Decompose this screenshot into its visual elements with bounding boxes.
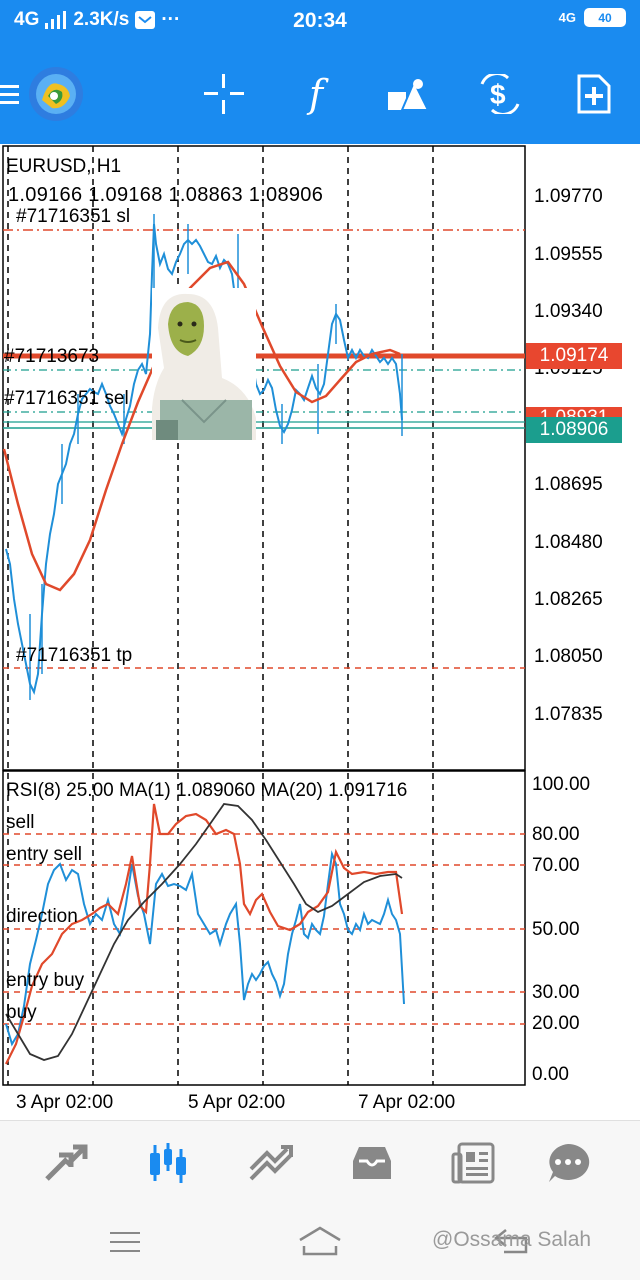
order-label-sl-mid: #71716351 sel	[4, 388, 129, 409]
status-bar: 4G 2.3K/s ··· 20:34 4G 40	[0, 0, 640, 44]
main-chart-frame	[2, 145, 526, 771]
trade-nav-icon[interactable]	[240, 1135, 300, 1191]
toolbar: f $	[0, 44, 640, 144]
rsi-tick-0: 0.00	[532, 1064, 569, 1085]
price-tag-red: 1.09174	[526, 343, 622, 369]
rsi-tick-20: 20.00	[532, 1013, 580, 1034]
crosshair-icon[interactable]	[196, 66, 252, 122]
rsi-chart-frame	[2, 770, 526, 1086]
rsi-line	[5, 850, 405, 1047]
watermark-text: @Ossama Salah	[432, 1228, 592, 1251]
rsi-label-buy: buy	[6, 1002, 37, 1023]
rsi-label-direction: direction	[6, 906, 78, 927]
order-label-open: #71713673	[4, 346, 100, 367]
price-tick-9: 1.07835	[534, 704, 603, 725]
rsi-label-entry-sell: entry sell	[6, 844, 83, 865]
price-tick-8: 1.08050	[534, 646, 603, 667]
trade-icon[interactable]: $	[472, 66, 528, 122]
rsi-tick-30: 30.00	[532, 982, 580, 1003]
network-right-label: 4G	[558, 10, 576, 25]
price-tick-1: 1.09770	[534, 186, 603, 207]
price-tick-2: 1.09555	[534, 244, 603, 265]
home-icon[interactable]	[298, 1226, 342, 1261]
rsi-label-sell: sell	[6, 812, 35, 833]
status-right: 4G 40	[559, 8, 626, 27]
svg-text:$: $	[490, 79, 506, 110]
menu-icon[interactable]	[0, 66, 28, 122]
order-label-tp: #71716351 tp	[16, 645, 133, 666]
time-label-1: 3 Apr 02:00	[16, 1092, 114, 1113]
price-tag-teal-text: 1.08906	[539, 419, 609, 440]
indicators-icon[interactable]: f	[288, 66, 344, 122]
price-tick-3: 1.09340	[534, 301, 603, 322]
price-tag-red-text: 1.09174	[539, 345, 609, 366]
time-label-3: 7 Apr 02:00	[358, 1092, 456, 1113]
candle-wicks	[29, 214, 403, 700]
chart-area[interactable]: EURUSD, H1 1.09166 1.09168 1.08863 1.089…	[0, 144, 640, 1120]
news-icon[interactable]	[444, 1135, 504, 1191]
rsi-tick-50: 50.00	[532, 919, 580, 940]
order-label-sl-top: #71716351 sl	[16, 206, 131, 227]
price-tag-teal: 1.08906	[526, 417, 622, 443]
rsi-label-entry-buy: entry buy	[6, 970, 85, 991]
price-tick-5: 1.08695	[534, 474, 603, 495]
recent-apps-icon[interactable]	[110, 1230, 140, 1259]
rsi-tick-100: 100.00	[532, 774, 591, 795]
chart-icon[interactable]	[138, 1135, 198, 1191]
time-label-2: 5 Apr 02:00	[188, 1092, 286, 1113]
overlay-sticker-image	[152, 288, 256, 440]
app-logo[interactable]	[28, 66, 84, 122]
rsi-tick-70: 70.00	[532, 855, 580, 876]
chat-icon[interactable]	[538, 1135, 598, 1191]
new-order-icon[interactable]	[566, 66, 622, 122]
symbol-title: EURUSD, H1	[6, 156, 122, 177]
ohlc-readout: 1.09166 1.09168 1.08863 1.08906	[8, 184, 324, 206]
price-tick-7: 1.08265	[534, 589, 603, 610]
chart-canvas[interactable]	[0, 144, 640, 1120]
rsi-ma-line	[5, 803, 404, 1065]
history-icon[interactable]	[342, 1135, 402, 1191]
indicators-label: f	[308, 72, 324, 116]
bottom-nav	[0, 1120, 640, 1205]
battery-level: 40	[598, 10, 612, 25]
rsi-header: RSI(8) 25.00 MA(1) 1.089060 MA(20) 1.091…	[6, 780, 408, 801]
objects-icon[interactable]	[380, 66, 436, 122]
quotes-icon[interactable]	[36, 1135, 96, 1191]
price-tick-6: 1.08480	[534, 532, 603, 553]
clock: 20:34	[293, 9, 347, 32]
system-nav-bar: @Ossama Salah	[0, 1204, 640, 1280]
rsi-tick-80: 80.00	[532, 824, 580, 845]
battery-icon: 40	[584, 8, 626, 27]
